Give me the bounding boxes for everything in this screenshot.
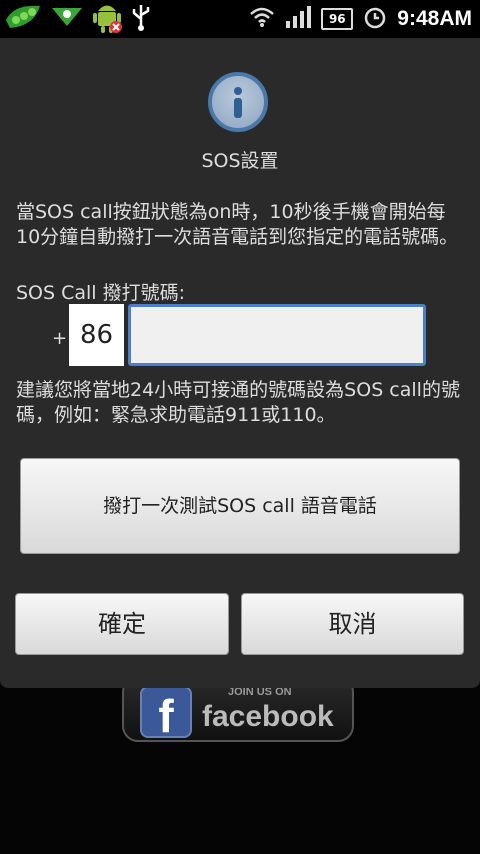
country-code-field[interactable]: 86 xyxy=(69,304,124,366)
facebook-wordmark: facebook xyxy=(202,700,334,733)
phone-number-label: SOS Call 撥打號碼: xyxy=(16,282,186,304)
notification-area[interactable] xyxy=(4,0,152,38)
cancel-button[interactable]: 取消 xyxy=(241,593,464,655)
android-debug-icon xyxy=(90,0,124,38)
sos-settings-dialog: SOS設置 當SOS call按鈕狀態為on時，10秒後手機會開始每10分鐘自動… xyxy=(0,38,480,688)
plus-sign: + xyxy=(52,328,68,349)
test-sos-call-button[interactable]: 撥打一次測試SOS call 語音電話 xyxy=(20,458,460,554)
facebook-logo-icon: f xyxy=(140,686,192,742)
usb-icon xyxy=(130,3,152,35)
notification-icon xyxy=(50,2,84,36)
phone-number-input[interactable] xyxy=(128,304,426,366)
clock: 9:48AM xyxy=(397,7,472,30)
dialog-title: SOS設置 xyxy=(201,150,279,172)
wifi-icon xyxy=(249,6,275,32)
info-icon xyxy=(208,72,268,132)
battery-icon: 96 xyxy=(321,8,354,30)
alarm-icon xyxy=(363,5,387,33)
confirm-button[interactable]: 確定 xyxy=(15,593,229,655)
hint-text: 建議您將當地24小時可接通的號碼設為SOS call的號碼，例如：緊急求助電話9… xyxy=(16,379,460,426)
signal-icon xyxy=(285,6,312,32)
dialog-message: 當SOS call按鈕狀態為on時，10秒後手機會開始每10分鐘自動撥打一次語音… xyxy=(16,201,459,248)
peapod-app-icon xyxy=(4,0,44,38)
status-bar: 96 9:48AM xyxy=(0,0,480,38)
